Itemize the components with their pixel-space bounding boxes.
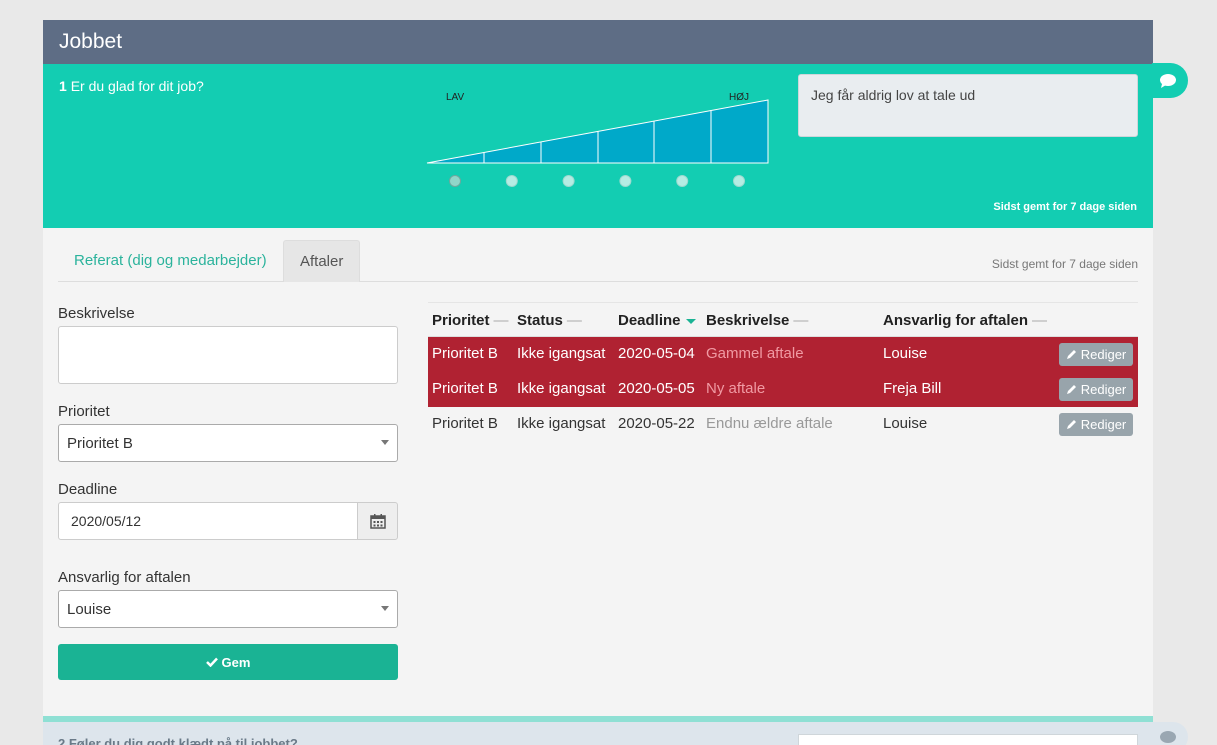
scale-dot[interactable]	[449, 175, 461, 187]
cell-responsible: Louise	[883, 415, 928, 432]
edit-button[interactable]: Rediger	[1059, 413, 1133, 436]
save-label: Gem	[221, 654, 251, 670]
responsible-value: Louise	[67, 601, 112, 618]
next-question-text: 2 Føler du dig godt klædt på til jobbet?	[58, 736, 298, 745]
calendar-button[interactable]	[357, 502, 398, 540]
column-header-description[interactable]: Beskrivelse —	[706, 312, 808, 329]
question-title: 1 Er du glad for dit job?	[59, 78, 204, 94]
cell-status: Ikke igangsat	[517, 345, 606, 362]
tab-aftaler[interactable]: Aftaler	[283, 240, 360, 282]
cell-responsible: Louise	[883, 345, 928, 362]
question-section: 1 Er du glad for dit job? LAV HØJ Jeg få…	[43, 64, 1153, 228]
column-header-priority[interactable]: Prioritet —	[432, 312, 509, 329]
next-comment-field[interactable]	[798, 734, 1138, 745]
edit-button[interactable]: Rediger	[1059, 343, 1133, 366]
responsible-label: Ansvarlig for aftalen	[58, 569, 191, 586]
edit-label: Rediger	[1080, 347, 1127, 362]
deadline-input[interactable]: 2020/05/12	[58, 502, 358, 540]
priority-value: Prioritet B	[67, 435, 133, 452]
rating-scale[interactable]: LAV HØJ	[425, 92, 771, 192]
table-header: Prioritet — Status — Deadline Beskrivelse —…	[428, 303, 1138, 337]
save-button[interactable]: Gem	[58, 644, 398, 680]
panel-title: Jobbet	[43, 20, 1153, 64]
chevron-down-icon	[381, 440, 389, 445]
rating-wedge[interactable]	[425, 92, 771, 192]
scale-dot[interactable]	[676, 175, 689, 187]
description-label: Beskrivelse	[58, 305, 135, 322]
edit-button[interactable]: Rediger	[1059, 378, 1133, 401]
job-panel: Jobbet 1 Er du glad for dit job? LAV HØJ…	[43, 20, 1153, 720]
description-textarea[interactable]	[58, 326, 398, 384]
saved-note: Sidst gemt for 7 dage siden	[993, 201, 1137, 213]
cell-status: Ikke igangsat	[517, 380, 606, 397]
agreements-table: Prioritet — Status — Deadline Beskrivelse —…	[428, 302, 1138, 442]
next-comment-toggle[interactable]	[1152, 722, 1188, 745]
calendar-icon	[369, 514, 386, 529]
check-icon	[205, 657, 218, 667]
cell-deadline: 2020-05-22	[618, 415, 695, 432]
tab-bar: Referat (dig og medarbejder) Aftaler Sid…	[58, 240, 1138, 282]
question-number: 1	[59, 78, 67, 94]
pencil-icon	[1066, 420, 1076, 429]
comment-field[interactable]: Jeg får aldrig lov at tale ud	[798, 74, 1138, 137]
cell-priority: Prioritet B	[432, 415, 498, 432]
scale-dot[interactable]	[733, 175, 745, 187]
cell-deadline: 2020-05-05	[618, 380, 695, 397]
cell-deadline: 2020-05-04	[618, 345, 695, 362]
sort-desc-icon	[685, 318, 696, 324]
speech-bubble-icon	[1160, 731, 1176, 743]
chevron-down-icon	[381, 606, 389, 611]
tab-referat[interactable]: Referat (dig og medarbejder)	[58, 240, 283, 282]
pencil-icon	[1066, 350, 1076, 359]
cell-status: Ikke igangsat	[517, 415, 606, 432]
scale-dot[interactable]	[505, 175, 518, 187]
priority-label: Prioritet	[58, 403, 110, 420]
speech-bubble-icon	[1160, 74, 1176, 88]
pencil-icon	[1066, 385, 1076, 394]
table-row: Prioritet B Ikke igangsat 2020-05-22 End…	[428, 407, 1138, 442]
table-row: Prioritet B Ikke igangsat 2020-05-04 Gam…	[428, 337, 1138, 372]
question-text: Er du glad for dit job?	[70, 78, 204, 94]
column-header-status[interactable]: Status —	[517, 312, 582, 329]
column-header-responsible[interactable]: Ansvarlig for aftalen —	[883, 312, 1047, 329]
priority-select[interactable]: Prioritet B	[58, 424, 398, 462]
edit-label: Rediger	[1080, 417, 1127, 432]
column-header-deadline[interactable]: Deadline	[618, 312, 696, 329]
cell-priority: Prioritet B	[432, 345, 498, 362]
comment-toggle[interactable]	[1152, 63, 1188, 98]
cell-responsible: Freja Bill	[883, 380, 942, 397]
tabs-saved-note: Sidst gemt for 7 dage siden	[991, 257, 1138, 271]
cell-description: Ny aftale	[706, 380, 766, 397]
edit-label: Rediger	[1080, 382, 1127, 397]
table-row: Prioritet B Ikke igangsat 2020-05-05 Ny …	[428, 372, 1138, 407]
responsible-select[interactable]: Louise	[58, 590, 398, 628]
scale-dot[interactable]	[619, 175, 632, 187]
scale-dot[interactable]	[562, 175, 575, 187]
deadline-label: Deadline	[58, 481, 118, 498]
cell-priority: Prioritet B	[432, 380, 498, 397]
cell-description: Endnu ældre aftale	[706, 415, 833, 432]
next-question-section: 2 Føler du dig godt klædt på til jobbet?	[43, 716, 1153, 745]
cell-description: Gammel aftale	[706, 345, 804, 362]
